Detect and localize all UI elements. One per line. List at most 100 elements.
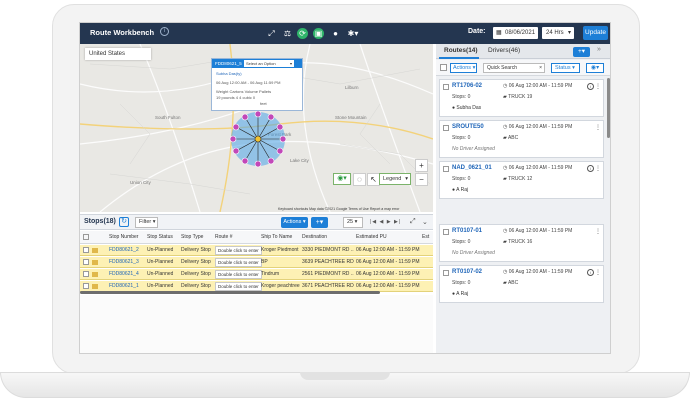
- pagination-controls[interactable]: |◀ ◀ ▶ ▶|: [370, 219, 401, 225]
- table-row[interactable]: FDD80621_3 Un-Planned Delivery Stop Doub…: [80, 257, 433, 268]
- column-header[interactable]: Stop Type: [181, 234, 203, 240]
- lasso-icon: ◌: [357, 175, 362, 184]
- legend-button[interactable]: Legend ▾: [379, 173, 411, 185]
- route-card[interactable]: RT1706-02 ◷ 06 Aug 12:00 AM - 11:59 PM i…: [439, 79, 604, 117]
- expand-icon[interactable]: ⤢: [410, 218, 416, 226]
- svg-text:Stone Mountain: Stone Mountain: [335, 115, 367, 120]
- tab-drivers[interactable]: Drivers(46): [488, 47, 520, 54]
- lasso-tool[interactable]: ◌: [353, 173, 366, 186]
- column-header[interactable]: Est: [422, 234, 429, 240]
- filter-button[interactable]: Filter ▾: [135, 217, 158, 228]
- map-location-search[interactable]: United States: [85, 48, 151, 60]
- popup-customer[interactable]: Subha Das(ty): [216, 71, 242, 76]
- page-size-select[interactable]: 25 ▾: [343, 217, 363, 228]
- stop-number[interactable]: FDD80621_2: [109, 247, 139, 253]
- column-header[interactable]: Stop Status: [147, 234, 173, 240]
- route-checkbox[interactable]: [443, 229, 449, 235]
- route-card[interactable]: SROUTE50 ◷ 06 Aug 12:00 AM - 11:59 PM ⋮ …: [439, 120, 604, 158]
- visibility-filter[interactable]: ◉▾: [586, 63, 604, 73]
- route-card[interactable]: RT0107-02 ◷ 06 Aug 12:00 AM - 11:59 PM i…: [439, 265, 604, 303]
- date-picker[interactable]: ▦ 08/06/2021: [493, 27, 538, 39]
- route-truck: ▰ ABC: [503, 135, 518, 141]
- route-id[interactable]: SROUTE50: [452, 124, 484, 130]
- route-id[interactable]: NAD_0621_01: [452, 165, 492, 171]
- info-icon[interactable]: i: [160, 27, 169, 36]
- select-all-routes-checkbox[interactable]: [440, 64, 447, 71]
- more-menu-icon[interactable]: ⋮: [595, 83, 601, 90]
- tools-icon[interactable]: ✱▾: [345, 28, 361, 39]
- stop-number[interactable]: FDD80621_3: [109, 259, 139, 265]
- route-cell[interactable]: Double click to enter: [215, 246, 262, 255]
- clear-icon[interactable]: ×: [539, 64, 542, 72]
- row-checkbox[interactable]: [83, 271, 89, 277]
- route-id[interactable]: RT1706-02: [452, 83, 482, 89]
- column-header[interactable]: Route #: [215, 234, 233, 240]
- more-menu-icon[interactable]: ⋮: [595, 228, 601, 235]
- route-checkbox[interactable]: [443, 125, 449, 131]
- route-optimize-icon[interactable]: ⟳: [297, 28, 308, 39]
- route-cell[interactable]: Double click to enter: [215, 282, 262, 291]
- user-icon[interactable]: ●: [330, 28, 341, 39]
- info-icon[interactable]: i: [587, 269, 594, 276]
- collapse-icon[interactable]: ⌄: [422, 218, 428, 226]
- zoom-out-button[interactable]: −: [415, 173, 428, 186]
- more-menu-icon[interactable]: ⋮: [595, 124, 601, 131]
- estimated-pu: 06 Aug 12:00 AM - 11:59 PM: [356, 259, 420, 265]
- stop-status: Un-Planned: [147, 247, 174, 253]
- column-header[interactable]: Estimated PU: [356, 234, 387, 240]
- info-icon[interactable]: i: [587, 165, 594, 172]
- route-checkbox[interactable]: [443, 270, 449, 276]
- balance-icon[interactable]: ⚖: [282, 28, 293, 39]
- table-row[interactable]: FDD80621_4 Un-Planned Delivery Stop Doub…: [80, 269, 433, 280]
- stop-number[interactable]: FDD80621_1: [109, 283, 139, 289]
- route-driver: ● A Raj: [452, 291, 468, 297]
- svg-text:Lake City: Lake City: [290, 158, 310, 163]
- collapse-panel-icon[interactable]: »: [597, 46, 601, 53]
- routes-scrollbar[interactable]: [607, 78, 610, 138]
- route-id[interactable]: RT0107-01: [452, 228, 482, 234]
- route-time: ◷ 06 Aug 12:00 AM - 11:59 PM: [503, 165, 572, 171]
- estimated-pu: 06 Aug 12:00 AM - 11:59 PM: [356, 247, 420, 253]
- add-route-button[interactable]: +▾: [573, 47, 590, 57]
- route-checkbox[interactable]: [443, 84, 449, 90]
- row-checkbox[interactable]: [83, 283, 89, 289]
- info-icon[interactable]: i: [587, 83, 594, 90]
- table-row[interactable]: FDD80621_2 Un-Planned Delivery Stop Doub…: [80, 245, 433, 256]
- horizontal-scrollbar[interactable]: [80, 291, 380, 294]
- stop-status: Un-Planned: [147, 259, 174, 265]
- chevron-down-icon: ▾: [289, 61, 292, 66]
- expand-icon[interactable]: ⤢: [266, 28, 277, 39]
- hours-select[interactable]: 24 Hrs ▾: [542, 27, 574, 39]
- route-map[interactable]: South Fulton Forest Park Union City Lilb…: [80, 44, 433, 212]
- route-card[interactable]: RT0107-01 ◷ 06 Aug 12:00 AM - 11:59 PM ⋮…: [439, 224, 604, 262]
- filter-label: Filter: [139, 219, 152, 225]
- column-header[interactable]: Stop Number: [109, 234, 138, 240]
- visibility-toggle[interactable]: ◉▾: [333, 173, 351, 185]
- row-checkbox[interactable]: [83, 247, 89, 253]
- route-cell[interactable]: Double click to enter: [215, 270, 262, 279]
- add-stop-button[interactable]: +▾: [311, 217, 328, 228]
- refresh-button[interactable]: ↻: [119, 217, 129, 227]
- column-header[interactable]: Ship To Name: [261, 234, 292, 240]
- more-menu-icon[interactable]: ⋮: [595, 165, 601, 172]
- truck-icon[interactable]: ▣: [313, 28, 324, 39]
- select-all-checkbox[interactable]: [83, 234, 89, 240]
- status-filter[interactable]: Status ▾: [551, 63, 580, 73]
- row-checkbox[interactable]: [83, 259, 89, 265]
- route-cell[interactable]: Double click to enter: [215, 258, 262, 267]
- map-attribution: Keyboard shortcuts Map data ©2021 Google…: [278, 207, 400, 211]
- more-menu-icon[interactable]: ⋮: [595, 269, 601, 276]
- zoom-in-button[interactable]: +: [415, 159, 428, 172]
- tab-routes[interactable]: Routes(14): [444, 47, 478, 54]
- route-id[interactable]: RT0107-02: [452, 269, 482, 275]
- stop-number[interactable]: FDD80621_4: [109, 271, 139, 277]
- stops-actions-button[interactable]: Actions ▾: [281, 217, 308, 228]
- popup-route-select[interactable]: Select an Option ▾: [244, 60, 294, 67]
- update-button[interactable]: Update: [583, 26, 608, 40]
- route-time: ◷ 06 Aug 12:00 AM - 11:59 PM: [503, 83, 572, 89]
- route-checkbox[interactable]: [443, 166, 449, 172]
- routes-actions-button[interactable]: Actions ▾: [450, 63, 477, 73]
- route-card[interactable]: NAD_0621_01 ◷ 06 Aug 12:00 AM - 11:59 PM…: [439, 161, 604, 199]
- column-header[interactable]: Destination: [302, 234, 327, 240]
- quick-search-input[interactable]: Quick Search ×: [483, 63, 545, 73]
